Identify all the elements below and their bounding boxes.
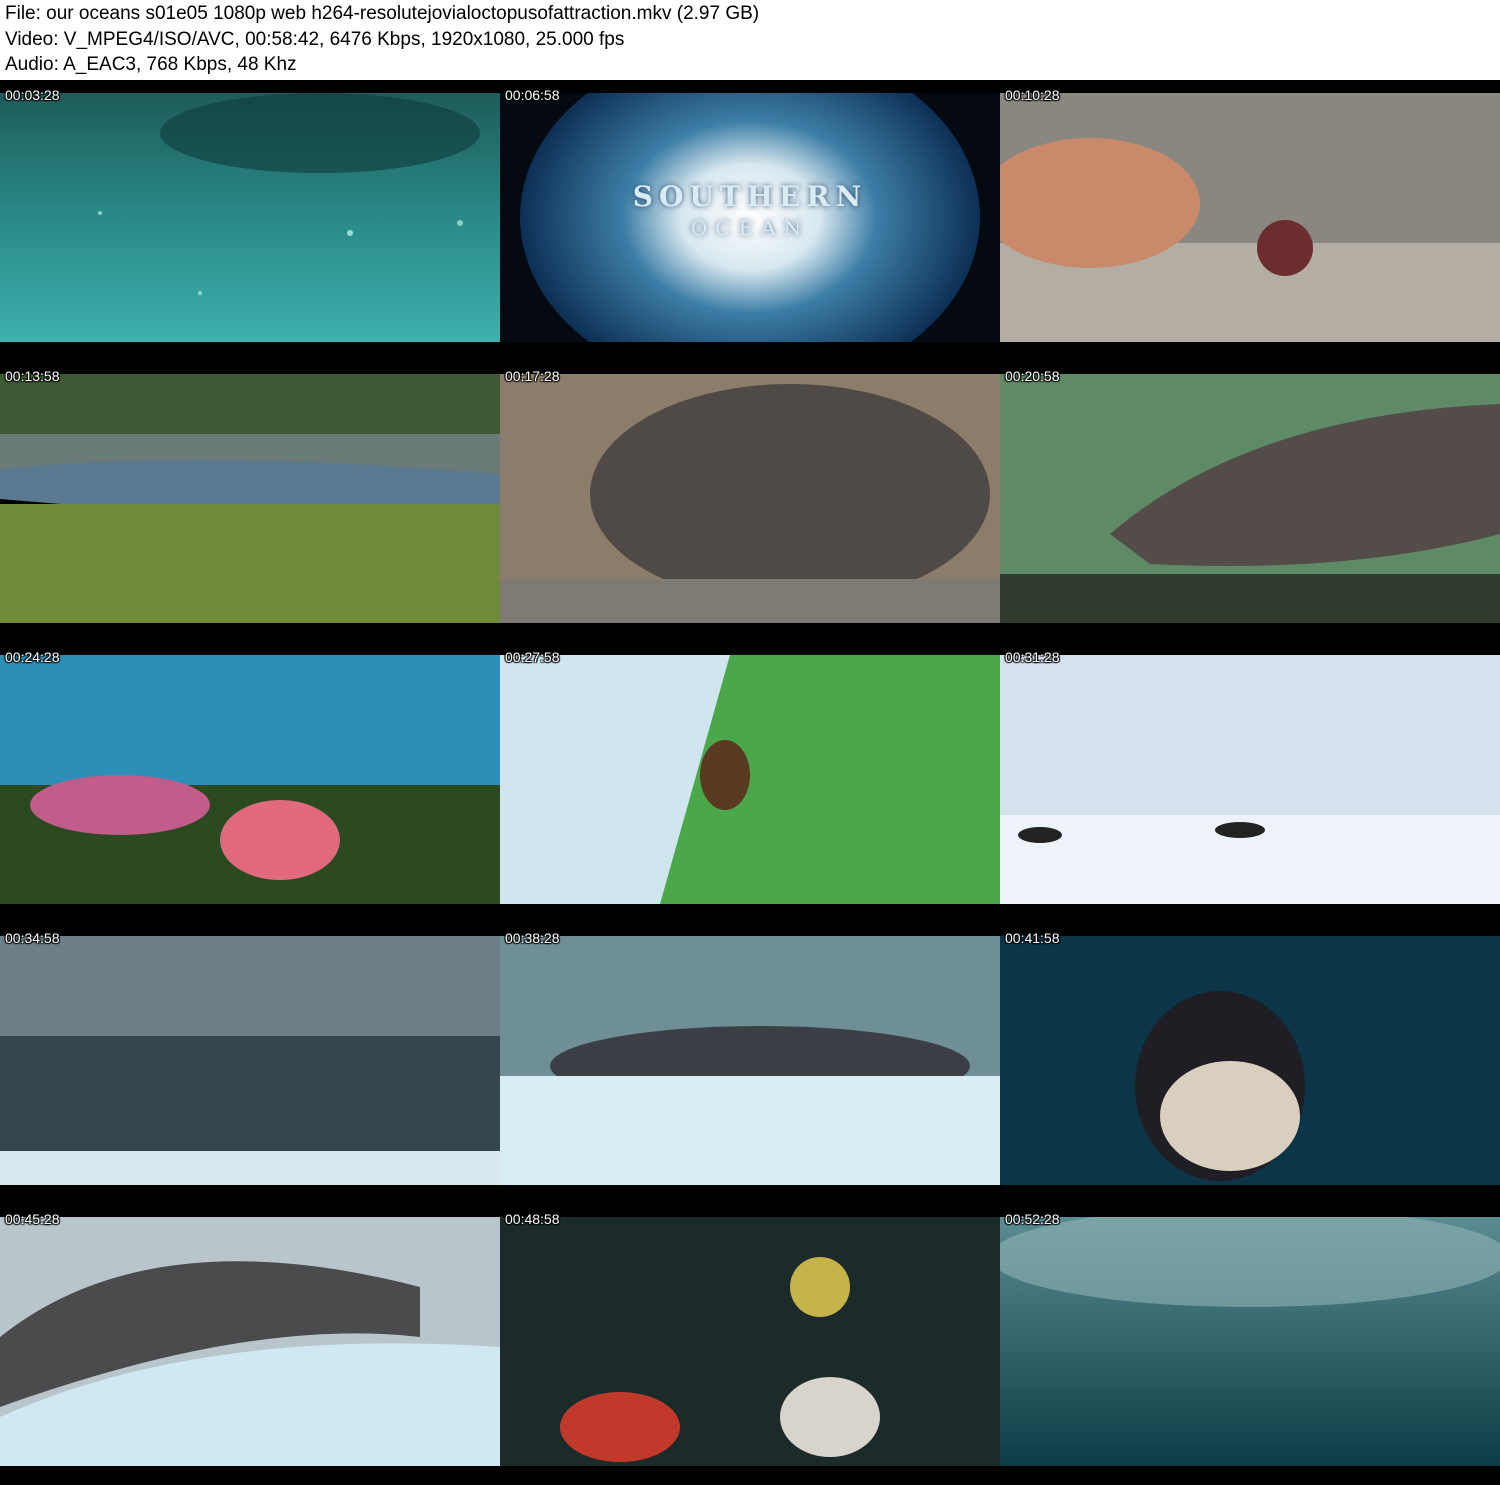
thumbnail-4[interactable]: 00:13:58 xyxy=(0,361,500,642)
thumbnail-9-image xyxy=(1000,655,1500,904)
thumbnail-timestamp: 00:10:28 xyxy=(1005,87,1060,103)
thumbnail-12[interactable]: 00:41:58 xyxy=(1000,923,1500,1204)
thumbnail-timestamp: 00:27:58 xyxy=(505,649,560,665)
thumbnail-6-image xyxy=(1000,374,1500,623)
thumbnail-14-image xyxy=(500,1217,1000,1466)
thumbnail-13-image xyxy=(0,1217,500,1466)
thumbnail-6[interactable]: 00:20:58 xyxy=(1000,361,1500,642)
thumbnail-timestamp: 00:20:58 xyxy=(1005,368,1060,384)
file-info-line: File: our oceans s01e05 1080p web h264-r… xyxy=(5,3,760,24)
thumbnail-2[interactable]: SOUTHERN OCEAN 00:06:58 xyxy=(500,80,1000,361)
thumbnail-15-image xyxy=(1000,1217,1500,1466)
thumbnail-timestamp: 00:48:58 xyxy=(505,1211,560,1227)
thumbnail-timestamp: 00:52:28 xyxy=(1005,1211,1060,1227)
thumbnail-11[interactable]: 00:38:28 xyxy=(500,923,1000,1204)
thumbnail-13[interactable]: 00:45:28 xyxy=(0,1204,500,1485)
thumbnail-5[interactable]: 00:17:28 xyxy=(500,361,1000,642)
thumbnail-4-image xyxy=(0,374,500,623)
thumbnail-10[interactable]: 00:34:58 xyxy=(0,923,500,1204)
thumbnail-7[interactable]: 00:24:28 xyxy=(0,642,500,923)
thumbnail-timestamp: 00:17:28 xyxy=(505,368,560,384)
media-info-header: File: our oceans s01e05 1080p web h264-r… xyxy=(0,0,1500,80)
thumbnail-timestamp: 00:24:28 xyxy=(5,649,60,665)
video-info-line: Video: V_MPEG4/ISO/AVC, 00:58:42, 6476 K… xyxy=(5,29,625,50)
audio-info-line: Audio: A_EAC3, 768 Kbps, 48 Khz xyxy=(5,54,297,75)
thumbnail-10-image xyxy=(0,936,500,1185)
thumbnail-timestamp: 00:45:28 xyxy=(5,1211,60,1227)
thumbnail-5-image xyxy=(500,374,1000,623)
thumbnail-7-image xyxy=(0,655,500,904)
thumbnail-timestamp: 00:41:58 xyxy=(1005,930,1060,946)
thumbnail-11-image xyxy=(500,936,1000,1185)
thumbnail-15[interactable]: 00:52:28 xyxy=(1000,1204,1500,1485)
thumbnail-timestamp: 00:38:28 xyxy=(505,930,560,946)
thumbnail-timestamp: 00:06:58 xyxy=(505,87,560,103)
thumbnail-timestamp: 00:03:28 xyxy=(5,87,60,103)
thumbnail-9[interactable]: 00:31:28 xyxy=(1000,642,1500,923)
thumbnail-timestamp: 00:31:28 xyxy=(1005,649,1060,665)
thumbnail-timestamp: 00:34:58 xyxy=(5,930,60,946)
thumbnail-grid: 00:03:28 SOUTHERN OCEAN 00:06:58 00:10:2… xyxy=(0,80,1500,1485)
thumbnail-3[interactable]: 00:10:28 xyxy=(1000,80,1500,361)
thumbnail-12-image xyxy=(1000,936,1500,1185)
thumbnail-timestamp: 00:13:58 xyxy=(5,368,60,384)
thumbnail-14[interactable]: 00:48:58 xyxy=(500,1204,1000,1485)
thumbnail-1[interactable]: 00:03:28 xyxy=(0,80,500,361)
thumbnail-3-image xyxy=(1000,93,1500,342)
video-title-overlay-line1: SOUTHERN xyxy=(632,180,868,213)
video-title-overlay-line2: OCEAN xyxy=(690,216,810,240)
thumbnail-1-image xyxy=(0,93,500,342)
thumbnail-8[interactable]: 00:27:58 xyxy=(500,642,1000,923)
thumbnail-8-image xyxy=(500,655,1000,904)
